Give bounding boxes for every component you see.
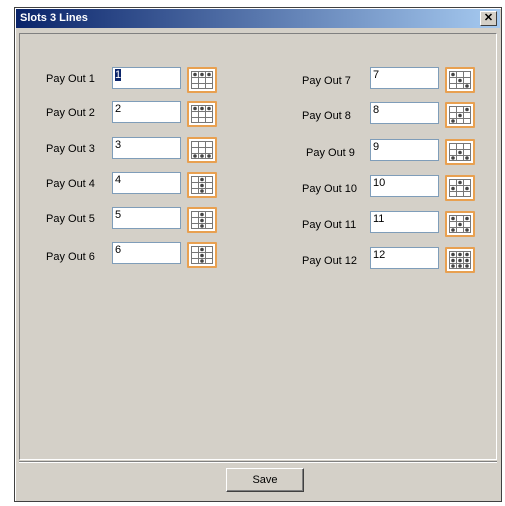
- payout-6-pattern-button[interactable]: [187, 242, 217, 268]
- payout-2-input[interactable]: 2: [112, 101, 181, 123]
- payout-7-pattern-button[interactable]: [445, 67, 475, 93]
- dialog-window: Slots 3 Lines ✕ Pay Out 1 1 Pay Out 2 2: [14, 7, 502, 502]
- payout-label: Pay Out 8: [302, 110, 351, 122]
- footer-divider: [19, 461, 497, 462]
- payout-8-pattern-button[interactable]: [445, 102, 475, 128]
- payline-center-column-icon: [191, 246, 213, 264]
- payline-center-column-icon: [191, 176, 213, 194]
- payout-12-input[interactable]: 12: [370, 247, 439, 269]
- payline-top-row-icon: [191, 105, 213, 123]
- payout-3-pattern-button[interactable]: [187, 137, 217, 163]
- payout-label: Pay Out 5: [46, 213, 95, 225]
- title-bar[interactable]: Slots 3 Lines ✕: [16, 9, 500, 28]
- payout-label: Pay Out 4: [46, 178, 95, 190]
- payout-12-pattern-button[interactable]: [445, 247, 475, 273]
- payout-9-pattern-button[interactable]: [445, 139, 475, 165]
- payout-5-pattern-button[interactable]: [187, 207, 217, 233]
- payout-7-input[interactable]: 7: [370, 67, 439, 89]
- payout-8-input[interactable]: 8: [370, 102, 439, 124]
- payout-label: Pay Out 11: [302, 219, 357, 231]
- payout-label: Pay Out 9: [306, 147, 355, 159]
- payout-label: Pay Out 1: [46, 73, 95, 85]
- payout-label: Pay Out 7: [302, 75, 351, 87]
- payout-10-pattern-button[interactable]: [445, 175, 475, 201]
- payline-bottom-row-icon: [191, 141, 213, 159]
- payout-3-input[interactable]: 3: [112, 137, 181, 159]
- payout-4-input[interactable]: 4: [112, 172, 181, 194]
- close-icon: ✕: [483, 12, 494, 24]
- payout-11-pattern-button[interactable]: [445, 211, 475, 237]
- payout-11-input[interactable]: 11: [370, 211, 439, 233]
- payout-6-input[interactable]: 6: [112, 242, 181, 264]
- payout-5-input[interactable]: 5: [112, 207, 181, 229]
- payout-label: Pay Out 6: [46, 251, 95, 263]
- payline-top-row-icon: [191, 71, 213, 89]
- payout-9-input[interactable]: 9: [370, 139, 439, 161]
- payline-x-shape-icon: [449, 215, 471, 233]
- save-button[interactable]: Save: [226, 468, 304, 492]
- payout-label: Pay Out 3: [46, 143, 95, 155]
- close-button[interactable]: ✕: [480, 11, 497, 26]
- payout-1-input[interactable]: 1: [112, 67, 181, 89]
- payline-all-cells-icon: [449, 251, 471, 269]
- payout-label: Pay Out 12: [302, 255, 358, 267]
- payout-10-input[interactable]: 10: [370, 175, 439, 197]
- payout-4-pattern-button[interactable]: [187, 172, 217, 198]
- payline-diagonal-icon: [449, 71, 471, 89]
- payout-1-pattern-button[interactable]: [187, 67, 217, 93]
- payout-panel: Pay Out 1 1 Pay Out 2 2 Pay Out 3 3 Pay …: [19, 33, 497, 460]
- payline-v-shape-icon: [449, 179, 471, 197]
- payout-label: Pay Out 10: [302, 183, 358, 195]
- payout-2-pattern-button[interactable]: [187, 101, 217, 127]
- payline-diagonal-icon: [449, 143, 471, 161]
- window-title: Slots 3 Lines: [20, 12, 88, 24]
- payline-center-column-icon: [191, 211, 213, 229]
- payline-diagonal-icon: [449, 106, 471, 124]
- payout-label: Pay Out 2: [46, 107, 95, 119]
